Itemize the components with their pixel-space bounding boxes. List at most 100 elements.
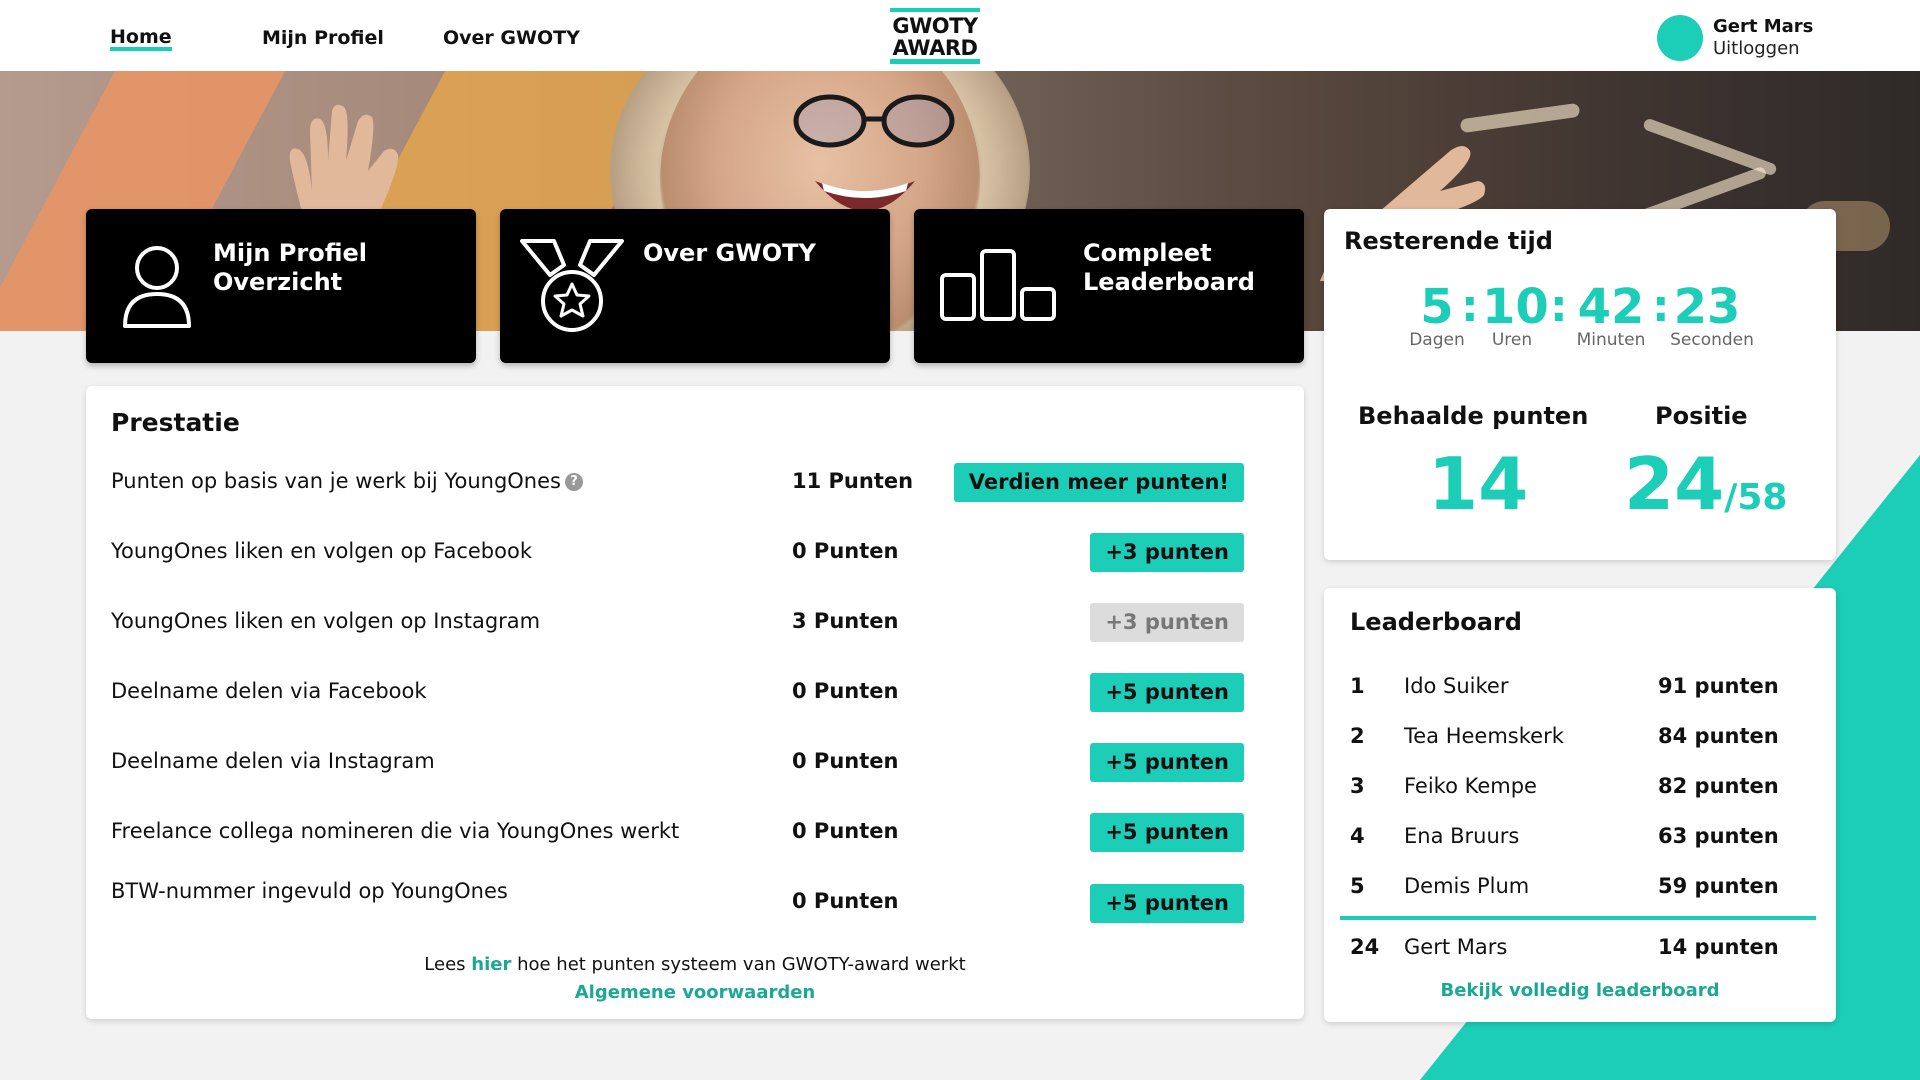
leaderboard-divider — [1340, 916, 1816, 920]
leaderboard-row: 5 Demis Plum 59 punten — [1350, 874, 1810, 904]
timer-label-hours: Uren — [1491, 330, 1533, 350]
hero-light — [1459, 102, 1581, 134]
leaderboard-points: 82 punten — [1658, 774, 1779, 798]
points-system-info: Lees hier hoe het punten systeem van GWO… — [86, 954, 1304, 975]
nav-home-link[interactable]: Home — [110, 27, 172, 51]
tile-title-line2: Leaderboard — [1083, 268, 1255, 296]
timer-separator: : — [1461, 281, 1479, 332]
leaderboard-rank: 1 — [1350, 674, 1365, 698]
hero-glasses — [793, 94, 955, 148]
gwoty-logo[interactable]: GWOTY AWARD — [890, 8, 980, 64]
performance-label-text: Punten op basis van je werk bij YoungOne… — [111, 469, 561, 493]
performance-row: Punten op basis van je werk bij YoungOne… — [111, 463, 1281, 503]
position-total: /58 — [1724, 477, 1788, 518]
leaderboard-name: Feiko Kempe — [1404, 774, 1537, 798]
leaderboard-rank: 24 — [1350, 935, 1380, 959]
performance-points: 0 Punten — [792, 539, 899, 563]
leaderboard-rank: 4 — [1350, 824, 1365, 848]
performance-row: YoungOnes liken en volgen op Instagram 3… — [111, 603, 1281, 643]
performance-points: 0 Punten — [792, 889, 899, 913]
leaderboard-rank: 2 — [1350, 724, 1365, 748]
tile-title-line1: Mijn Profiel — [213, 239, 367, 267]
performance-row: BTW-nummer ingevuld op YoungOnes 0 Punte… — [111, 879, 1281, 923]
tile-title-line2: Overzicht — [213, 268, 343, 296]
help-icon[interactable]: ? — [564, 473, 583, 491]
performance-label: Punten op basis van je werk bij YoungOne… — [111, 469, 583, 493]
performance-label: YoungOnes liken en volgen op Instagram — [111, 609, 541, 633]
performance-label: Deelname delen via Facebook — [111, 679, 427, 703]
tile-title: Mijn Profiel Overzicht — [213, 239, 367, 297]
leaderboard-row: 3 Feiko Kempe 82 punten — [1350, 774, 1810, 804]
medal-icon — [520, 239, 624, 332]
performance-points: 0 Punten — [792, 679, 899, 703]
leaderboard-name: Ido Suiker — [1404, 674, 1509, 698]
leaderboard-rank: 5 — [1350, 874, 1365, 898]
avatar[interactable] — [1657, 15, 1703, 61]
tile-title: Compleet Leaderboard — [1083, 239, 1255, 297]
top-nav: Home Mijn Profiel Over GWOTY GWOTY AWARD… — [0, 0, 1920, 71]
timer-seconds: 23 — [1673, 279, 1741, 335]
logo-line2: AWARD — [892, 36, 978, 60]
leaderboard-points: 63 punten — [1658, 824, 1779, 848]
timer-hours: 10 — [1482, 279, 1549, 335]
tile-title: Over GWOTY — [643, 239, 816, 268]
leaderboard-name: Gert Mars — [1404, 935, 1508, 959]
performance-row: Deelname delen via Facebook 0 Punten +5 … — [111, 673, 1281, 713]
earn-points-button[interactable]: +5 punten — [1090, 813, 1244, 852]
leaderboard-row: 2 Tea Heemskerk 84 punten — [1350, 724, 1810, 754]
leaderboard-row: 1 Ido Suiker 91 punten — [1350, 674, 1810, 704]
performance-title: Prestatie — [111, 408, 240, 437]
tile-full-leaderboard[interactable]: Compleet Leaderboard — [914, 209, 1304, 363]
leaderboard-name: Ena Bruurs — [1404, 824, 1520, 848]
performance-points: 11 Punten — [792, 469, 914, 493]
tile-profile-overview[interactable]: Mijn Profiel Overzicht — [86, 209, 476, 363]
tile-title-line1: Compleet — [1083, 239, 1212, 267]
leaderboard-title: Leaderboard — [1350, 608, 1522, 636]
view-full-leaderboard-link[interactable]: Bekijk volledig leaderboard — [1324, 980, 1836, 1001]
performance-points: 0 Punten — [792, 749, 899, 773]
performance-row: Freelance collega nomineren die via Youn… — [111, 813, 1281, 853]
nav-profile-link[interactable]: Mijn Profiel — [262, 27, 384, 49]
performance-row: YoungOnes liken en volgen op Facebook 0 … — [111, 533, 1281, 573]
earn-points-button[interactable]: +3 punten — [1090, 533, 1244, 572]
performance-card: Prestatie Punten op basis van je werk bi… — [86, 386, 1304, 1019]
leaderboard-points: 84 punten — [1658, 724, 1779, 748]
earn-points-button[interactable]: +5 punten — [1090, 743, 1244, 782]
leaderboard-points: 59 punten — [1658, 874, 1779, 898]
info-text: Lees — [424, 954, 472, 975]
timer-days: 5 — [1420, 279, 1454, 335]
points-label: Behaalde punten — [1358, 402, 1589, 430]
user-name: Gert Mars — [1713, 16, 1814, 37]
leaderboard-name: Demis Plum — [1404, 874, 1530, 898]
earn-points-button-disabled: +3 punten — [1090, 603, 1244, 642]
tile-about-gwoty[interactable]: Over GWOTY — [500, 209, 890, 363]
terms-link[interactable]: Algemene voorwaarden — [86, 982, 1304, 1003]
performance-points: 0 Punten — [792, 819, 899, 843]
timer-title: Resterende tijd — [1344, 227, 1553, 255]
earn-more-points-button[interactable]: Verdien meer punten! — [953, 463, 1244, 502]
timer-minutes: 42 — [1577, 279, 1645, 335]
earn-points-button[interactable]: +5 punten — [1090, 673, 1244, 712]
performance-points: 3 Punten — [792, 609, 899, 633]
performance-label: BTW-nummer ingevuld op YoungOnes — [111, 879, 508, 903]
timer-label-minutes: Minuten — [1576, 330, 1646, 350]
position-label: Positie — [1655, 402, 1748, 430]
timer-label-seconds: Seconden — [1670, 330, 1754, 350]
leaderboard-card: Leaderboard 1 Ido Suiker 91 punten 2 Tea… — [1324, 588, 1836, 1022]
tile-title-line1: Over GWOTY — [643, 239, 816, 267]
position-rank: 24 — [1624, 442, 1725, 526]
info-here-link[interactable]: hier — [471, 954, 511, 975]
info-text: hoe het punten systeem van GWOTY-award w… — [511, 954, 966, 975]
timer-separator: : — [1652, 281, 1670, 332]
logout-link[interactable]: Uitloggen — [1713, 38, 1800, 59]
logo-line1: GWOTY — [892, 14, 978, 38]
timer-label-days: Dagen — [1409, 330, 1465, 350]
leaderboard-name: Tea Heemskerk — [1404, 724, 1564, 748]
points-value: 14 — [1428, 442, 1529, 526]
earn-points-button[interactable]: +5 punten — [1090, 884, 1244, 923]
podium-icon — [940, 249, 1056, 321]
performance-label: Freelance collega nomineren die via Youn… — [111, 819, 680, 843]
nav-about-link[interactable]: Over GWOTY — [443, 27, 580, 49]
leaderboard-points: 14 punten — [1658, 935, 1779, 959]
user-icon — [123, 246, 191, 328]
